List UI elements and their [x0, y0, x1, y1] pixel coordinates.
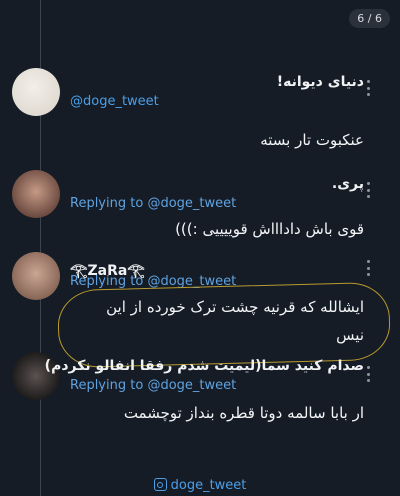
- display-name[interactable]: پری.: [332, 176, 364, 192]
- replying-label: Replying to: [70, 274, 144, 289]
- tweet-1[interactable]: دنیای دیوانه! @doge_tweet عنکبوت تار بست…: [0, 60, 400, 160]
- display-name[interactable]: دنیای دیوانه!: [277, 74, 364, 90]
- avatar[interactable]: [12, 68, 60, 116]
- replying-to: Replying to @doge_tweet: [70, 378, 236, 393]
- footer-watermark: doge_tweet: [0, 478, 400, 493]
- instagram-icon: [153, 478, 167, 491]
- replying-handle[interactable]: @doge_tweet: [147, 378, 236, 393]
- replying-to: Replying to @doge_tweet: [70, 196, 236, 211]
- tweet-text: ار بابا سالمه دوتا قطره بنداز توچشمت: [123, 404, 364, 422]
- display-name[interactable]: صدام کنید سما(لیمیت شدم رفقا انفالو نکرد…: [45, 358, 364, 374]
- more-options-icon[interactable]: [366, 80, 370, 96]
- replying-label: Replying to: [70, 196, 144, 211]
- avatar[interactable]: [12, 170, 60, 218]
- tweet-text: قوی باش داداااش قوییییی :))): [175, 220, 364, 238]
- page-counter: 6 / 6: [349, 9, 390, 28]
- handle[interactable]: @doge_tweet: [70, 94, 159, 109]
- tweet-4[interactable]: صدام کنید سما(لیمیت شدم رفقا انفالو نکرد…: [0, 348, 400, 448]
- tweet-text: عنکبوت تار بسته: [260, 131, 364, 149]
- avatar[interactable]: [12, 252, 60, 300]
- replying-label: Replying to: [70, 378, 144, 393]
- replying-handle[interactable]: @doge_tweet: [147, 196, 236, 211]
- instagram-handle: doge_tweet: [170, 478, 247, 493]
- tweet-2[interactable]: پری. Replying to @doge_tweet قوی باش داد…: [0, 162, 400, 250]
- more-options-icon[interactable]: [366, 260, 370, 276]
- more-options-icon[interactable]: [366, 182, 370, 198]
- more-options-icon[interactable]: [366, 366, 370, 382]
